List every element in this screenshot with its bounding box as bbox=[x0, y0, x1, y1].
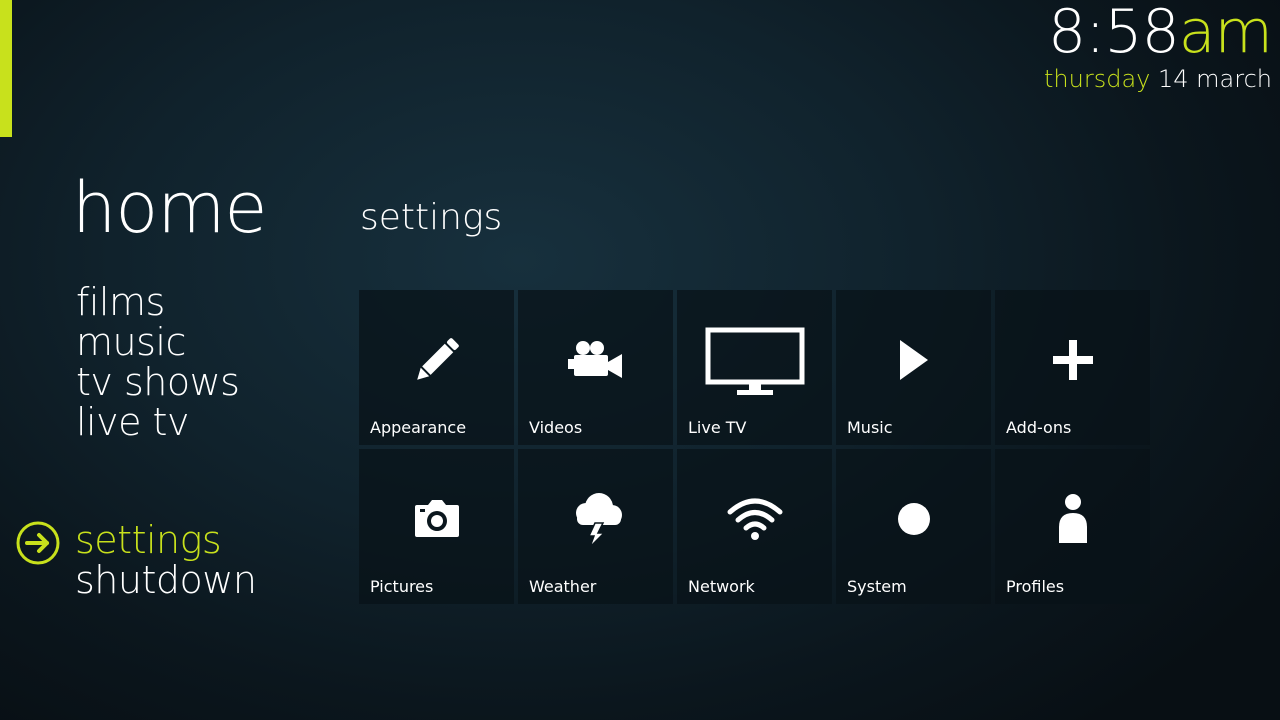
clock-daymonth: 14 march bbox=[1158, 65, 1272, 93]
tile-label: Profiles bbox=[1006, 577, 1065, 596]
menu-item-tv-shows[interactable]: tv shows bbox=[76, 362, 240, 402]
camera-icon bbox=[359, 479, 514, 559]
accent-bar bbox=[0, 0, 12, 137]
storm-cloud-icon bbox=[518, 479, 673, 559]
menu-item-live-tv[interactable]: live tv bbox=[76, 402, 239, 442]
bottom-menu: settings shutdown bbox=[75, 520, 257, 600]
main-menu: films music tv shows live tv bbox=[76, 282, 240, 442]
clock-weekday: thursday bbox=[1044, 65, 1151, 93]
section-title: settings bbox=[360, 197, 503, 238]
tile-add-ons[interactable]: Add-ons bbox=[995, 290, 1150, 445]
clock-ampm: am bbox=[1178, 0, 1273, 67]
tile-pictures[interactable]: Pictures bbox=[359, 449, 514, 604]
menu-item-films[interactable]: films bbox=[76, 282, 239, 322]
tile-live-tv[interactable]: Live TV bbox=[677, 290, 832, 445]
clock-time-digits: 8:58 bbox=[1048, 0, 1180, 67]
tile-label: Appearance bbox=[370, 418, 467, 437]
tile-profiles[interactable]: Profiles bbox=[995, 449, 1150, 604]
circle-icon bbox=[836, 479, 991, 559]
play-icon bbox=[836, 320, 991, 400]
wifi-icon bbox=[677, 479, 832, 559]
tile-network[interactable]: Network bbox=[677, 449, 832, 604]
clock: 8:58am thursday 14 march bbox=[1044, 0, 1273, 94]
tile-label: Network bbox=[688, 577, 755, 596]
page-title: home bbox=[72, 167, 267, 249]
pencil-icon bbox=[359, 320, 514, 400]
tile-videos[interactable]: Videos bbox=[518, 290, 673, 445]
tile-weather[interactable]: Weather bbox=[518, 449, 673, 604]
arrow-right-circle-icon bbox=[16, 521, 60, 565]
tv-icon bbox=[677, 324, 832, 404]
person-icon bbox=[995, 479, 1150, 559]
tile-system[interactable]: System bbox=[836, 449, 991, 604]
tile-label: System bbox=[847, 577, 907, 596]
clock-date: thursday 14 march bbox=[1044, 64, 1272, 94]
tile-label: Videos bbox=[529, 418, 583, 437]
tile-label: Music bbox=[847, 418, 893, 437]
tile-label: Live TV bbox=[688, 418, 747, 437]
tile-music[interactable]: Music bbox=[836, 290, 991, 445]
tile-label: Weather bbox=[529, 577, 597, 596]
tile-appearance[interactable]: Appearance bbox=[359, 290, 514, 445]
clock-time: 8:58am bbox=[1044, 0, 1273, 70]
movie-camera-icon bbox=[518, 320, 673, 400]
tile-label: Add-ons bbox=[1006, 418, 1072, 437]
menu-item-settings[interactable]: settings bbox=[75, 520, 256, 560]
tile-label: Pictures bbox=[370, 577, 434, 596]
settings-grid: Appearance Videos Live TV Music Add-ons … bbox=[359, 290, 1150, 604]
plus-icon bbox=[995, 320, 1150, 400]
menu-item-shutdown[interactable]: shutdown bbox=[75, 560, 257, 600]
menu-item-music[interactable]: music bbox=[76, 322, 239, 362]
